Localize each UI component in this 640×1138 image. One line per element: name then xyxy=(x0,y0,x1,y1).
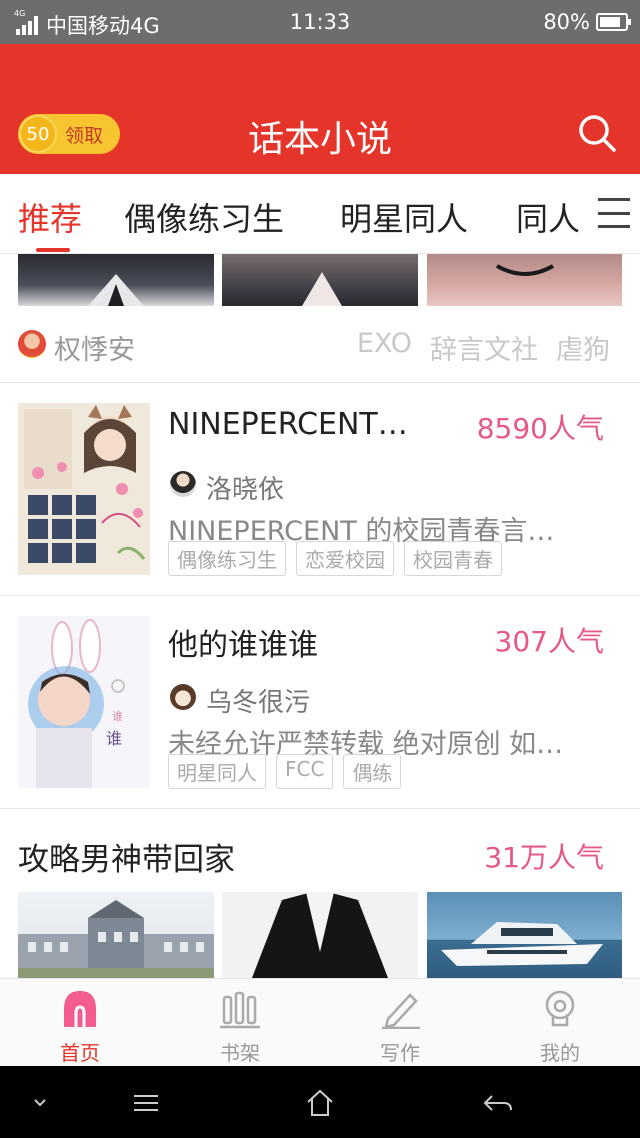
cover-image xyxy=(427,892,622,978)
nav-label: 首页 xyxy=(60,1041,100,1065)
battery-percent: 80% xyxy=(543,10,590,34)
svg-text:谁: 谁 xyxy=(112,710,123,723)
top-card-images[interactable] xyxy=(18,254,622,306)
top-card-meta: 权悸安 EXO 辞言文社 虐狗 xyxy=(18,326,622,366)
app-title: 话本小说 xyxy=(247,119,392,160)
book-cover: 谁 谁 xyxy=(18,616,150,788)
tag-label[interactable]: EXO xyxy=(357,328,412,367)
author-name[interactable]: 洛晓依 xyxy=(206,469,284,506)
svg-text:谁: 谁 xyxy=(106,729,122,748)
book-item[interactable]: NINEPERCENT… 8590人气 洛晓依 NINEPERCENT 的校园青… xyxy=(0,383,640,595)
nav-label: 书架 xyxy=(220,1041,260,1065)
system-navigation-bar xyxy=(0,1066,640,1138)
tag-label[interactable]: 明星同人 xyxy=(168,754,266,789)
book-item[interactable]: 谁 谁 他的谁谁谁 307人气 乌冬很污 未经允许严禁转载 绝对原创 如… 明星… xyxy=(0,596,640,808)
chevron-down-icon[interactable] xyxy=(30,1088,50,1118)
book-popularity: 307人气 xyxy=(494,625,604,658)
book-title[interactable]: NINEPERCENT… xyxy=(168,407,450,442)
nav-profile[interactable]: 我的 xyxy=(480,979,640,1067)
active-tab-indicator xyxy=(36,248,70,252)
tab-fanfic[interactable]: 同人 xyxy=(516,194,580,240)
nav-label: 写作 xyxy=(380,1041,420,1065)
section-title[interactable]: 攻略男神带回家 xyxy=(18,834,235,879)
tabs-menu-button[interactable] xyxy=(598,198,630,228)
nav-home[interactable]: 首页 xyxy=(0,979,160,1067)
book-tags: 偶像练习生 恋爱校园 校园青春 xyxy=(168,541,502,576)
back-icon[interactable] xyxy=(482,1088,514,1118)
nav-bookshelf[interactable]: 书架 xyxy=(160,979,320,1067)
section-popularity: 31万人气 xyxy=(484,841,604,874)
cover-image xyxy=(222,254,418,306)
tab-celebrity-fanfic[interactable]: 明星同人 xyxy=(340,194,468,240)
feed: 权悸安 EXO 辞言文社 虐狗 NINEPERCENT… 8590人气 洛晓依 … xyxy=(0,254,640,978)
tag-label[interactable]: 偶练 xyxy=(343,754,402,789)
book-title[interactable]: 他的谁谁谁 xyxy=(168,620,450,664)
divider xyxy=(0,808,640,809)
top-card-tags: EXO 辞言文社 虐狗 xyxy=(357,328,610,367)
cover-image xyxy=(18,892,214,978)
author-avatar xyxy=(170,471,196,497)
tag-label[interactable]: 校园青春 xyxy=(404,541,502,576)
tag-label[interactable]: 偶像练习生 xyxy=(168,541,286,576)
home-button-icon[interactable] xyxy=(304,1088,336,1118)
home-icon xyxy=(64,991,96,1027)
tag-label[interactable]: 辞言文社 xyxy=(430,328,538,367)
bookshelf-icon xyxy=(220,991,260,1029)
book-popularity: 8590人气 xyxy=(476,412,604,445)
app-header: 50 领取 话本小说 xyxy=(0,44,640,174)
nav-write[interactable]: 写作 xyxy=(320,979,480,1067)
profile-icon xyxy=(545,990,575,1027)
battery-icon xyxy=(596,13,631,31)
search-button[interactable] xyxy=(576,112,618,154)
book-cover xyxy=(18,403,150,575)
menu-icon xyxy=(598,198,630,201)
tag-label[interactable]: 虐狗 xyxy=(556,328,610,367)
nav-label: 我的 xyxy=(540,1041,580,1065)
author-name[interactable]: 权悸安 xyxy=(54,328,135,367)
author-avatar xyxy=(170,684,196,710)
author-name[interactable]: 乌冬很污 xyxy=(206,682,310,719)
pen-icon xyxy=(382,993,420,1029)
search-icon xyxy=(579,115,616,152)
menu-icon[interactable] xyxy=(130,1088,162,1118)
book-tags: 明星同人 FCC 偶练 xyxy=(168,754,402,789)
bottom-navigation: 首页 书架 写作 我的 xyxy=(0,978,640,1066)
cover-image xyxy=(222,892,418,978)
status-bar: 4G 中国移动4G 11:33 80% xyxy=(0,0,640,44)
tab-idol-trainee[interactable]: 偶像练习生 xyxy=(124,194,284,240)
cover-image xyxy=(18,254,214,306)
category-tabs: 推荐 偶像练习生 明星同人 同人 xyxy=(0,174,640,254)
author-avatar xyxy=(18,330,46,358)
tag-label[interactable]: FCC xyxy=(276,754,334,789)
tab-recommend[interactable]: 推荐 xyxy=(18,194,82,240)
cover-image xyxy=(427,254,622,306)
tag-label[interactable]: 恋爱校园 xyxy=(296,541,394,576)
section-images[interactable] xyxy=(18,892,622,978)
